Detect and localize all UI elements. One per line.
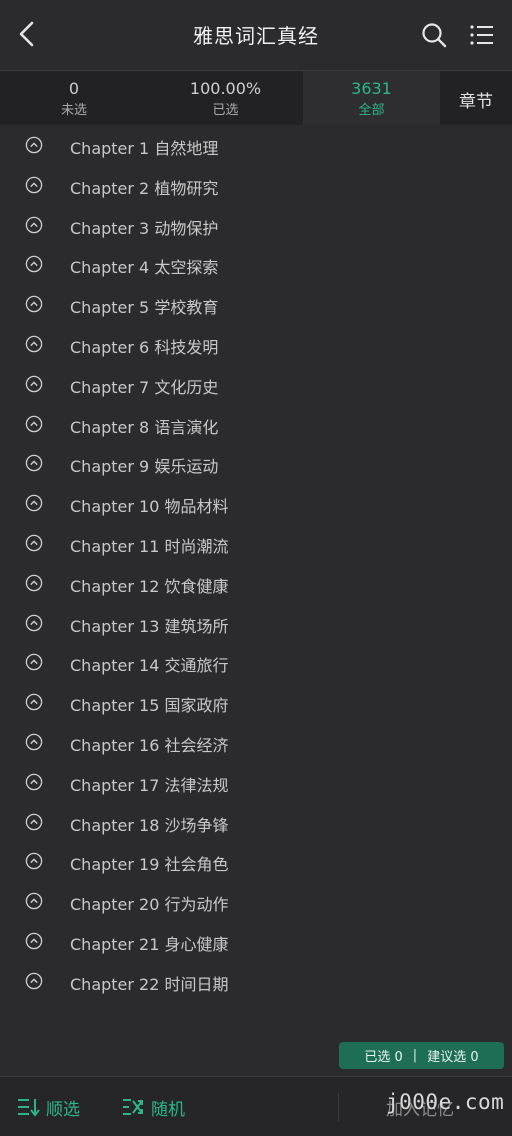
tab-unselected[interactable]: 0 未选 xyxy=(0,71,148,125)
chapter-list: Chapter 1 自然地理 Chapter 2 植物研究 Chapter 3 动物… xyxy=(0,126,512,1002)
chapter-row[interactable]: Chapter 3 动物保护 xyxy=(0,206,512,246)
all-label: 全部 xyxy=(358,103,385,118)
chapter-title: Chapter 8 语言演化 xyxy=(70,417,219,437)
chevron-up-circle-icon[interactable] xyxy=(25,176,43,194)
chapter-title: Chapter 5 学校教育 xyxy=(70,298,219,318)
chapter-title: Chapter 9 娱乐运动 xyxy=(70,457,219,477)
chapter-row[interactable]: Chapter 15 国家政府 xyxy=(0,683,512,723)
chapter-row[interactable]: Chapter 11 时尚潮流 xyxy=(0,524,512,564)
chapter-row[interactable]: Chapter 9 娱乐运动 xyxy=(0,444,512,484)
suggested-count-text: 建议选 0 xyxy=(427,1050,479,1065)
divider xyxy=(338,1093,339,1121)
chevron-up-circle-icon[interactable] xyxy=(25,892,43,910)
chapter-row[interactable]: Chapter 5 学校教育 xyxy=(0,285,512,325)
chevron-up-circle-icon[interactable] xyxy=(25,295,43,313)
search-icon[interactable] xyxy=(420,21,448,49)
sequential-label: 顺选 xyxy=(46,1099,80,1120)
chevron-up-circle-icon[interactable] xyxy=(25,813,43,831)
chevron-up-circle-icon[interactable] xyxy=(25,494,43,512)
selection-badge: 已选 0 | 建议选 0 xyxy=(339,1042,504,1069)
sequential-select-button[interactable]: 顺选 xyxy=(16,1095,80,1120)
chevron-up-circle-icon[interactable] xyxy=(25,415,43,433)
sort-down-icon xyxy=(18,1099,40,1117)
chevron-up-circle-icon[interactable] xyxy=(25,614,43,632)
unselected-count: 0 xyxy=(68,79,80,98)
all-count: 3631 xyxy=(351,79,392,98)
chevron-up-circle-icon[interactable] xyxy=(25,255,43,273)
chapter-title: Chapter 11 时尚潮流 xyxy=(70,536,229,556)
chapter-title: Chapter 2 植物研究 xyxy=(70,178,219,198)
chevron-up-circle-icon[interactable] xyxy=(25,534,43,552)
chevron-up-circle-icon[interactable] xyxy=(25,932,43,950)
tab-selected[interactable]: 100.00% 已选 xyxy=(148,71,303,125)
chapter-title: Chapter 6 科技发明 xyxy=(70,337,219,357)
chapter-row[interactable]: Chapter 18 沙场争锋 xyxy=(0,803,512,843)
chapters-label: 章节 xyxy=(459,92,493,112)
bottom-bar: 顺选 随机 加入记忆 j000e.com xyxy=(0,1076,512,1136)
chevron-up-circle-icon[interactable] xyxy=(25,653,43,671)
chevron-up-circle-icon[interactable] xyxy=(25,852,43,870)
chapter-row[interactable]: Chapter 4 太空探索 xyxy=(0,245,512,285)
chapter-row[interactable]: Chapter 16 社会经济 xyxy=(0,723,512,763)
selected-percent: 100.00% xyxy=(189,79,262,98)
chapter-title: Chapter 3 动物保护 xyxy=(70,218,219,238)
chapter-title: Chapter 1 自然地理 xyxy=(70,139,219,158)
chapter-title: Chapter 13 建筑场所 xyxy=(70,616,229,636)
chapter-title: Chapter 16 社会经济 xyxy=(70,735,229,755)
watermark: j000e.com xyxy=(386,1090,505,1114)
chevron-up-circle-icon[interactable] xyxy=(25,574,43,592)
chapter-row[interactable]: Chapter 12 饮食健康 xyxy=(0,564,512,604)
chevron-up-circle-icon[interactable] xyxy=(25,375,43,393)
badge-separator: | xyxy=(412,1048,418,1063)
chapter-row[interactable]: Chapter 8 语言演化 xyxy=(0,405,512,445)
chapter-title: Chapter 10 物品材料 xyxy=(70,497,229,517)
selected-label: 已选 xyxy=(212,103,239,118)
chapter-row[interactable]: Chapter 6 科技发明 xyxy=(0,325,512,365)
chapter-row[interactable]: Chapter 17 法律法规 xyxy=(0,763,512,803)
selected-count-text: 已选 0 xyxy=(364,1050,403,1065)
chapter-row[interactable]: Chapter 20 行为动作 xyxy=(0,882,512,922)
chevron-up-circle-icon[interactable] xyxy=(25,733,43,751)
chapter-row[interactable]: Chapter 10 物品材料 xyxy=(0,484,512,524)
unselected-label: 未选 xyxy=(60,103,87,118)
chapter-title: Chapter 22 时间日期 xyxy=(70,974,229,994)
chapter-row[interactable]: Chapter 14 交通旅行 xyxy=(0,643,512,683)
chapter-title: Chapter 21 身心健康 xyxy=(70,934,229,954)
chapter-title: Chapter 18 沙场争锋 xyxy=(70,815,229,835)
tab-chapters[interactable]: 章节 xyxy=(440,71,512,125)
chapter-title: Chapter 7 文化历史 xyxy=(70,377,219,397)
chapter-row[interactable]: Chapter 2 植物研究 xyxy=(0,166,512,206)
chevron-up-circle-icon[interactable] xyxy=(25,216,43,234)
chapter-row[interactable]: Chapter 19 社会角色 xyxy=(0,842,512,882)
filter-tabs: 0 未选 100.00% 已选 3631 全部 章节 xyxy=(0,71,512,125)
chapter-title: Chapter 4 太空探索 xyxy=(70,258,219,278)
chapter-title: Chapter 15 国家政府 xyxy=(70,696,229,716)
chevron-up-circle-icon[interactable] xyxy=(25,335,43,353)
chapter-title: Chapter 20 行为动作 xyxy=(70,895,229,915)
list-menu-icon[interactable] xyxy=(468,22,496,50)
chapter-title: Chapter 17 法律法规 xyxy=(70,775,229,795)
chapter-row[interactable]: Chapter 13 建筑场所 xyxy=(0,604,512,644)
chapter-row[interactable]: Chapter 1 自然地理 xyxy=(0,126,512,166)
chapter-row[interactable]: Chapter 21 身心健康 xyxy=(0,922,512,962)
chapter-row[interactable]: Chapter 7 文化历史 xyxy=(0,365,512,405)
top-bar: 雅思词汇真经 xyxy=(0,0,512,71)
chevron-up-circle-icon[interactable] xyxy=(25,972,43,990)
chapter-title: Chapter 14 交通旅行 xyxy=(70,656,229,676)
chevron-up-circle-icon[interactable] xyxy=(25,136,43,154)
chapter-title: Chapter 12 饮食健康 xyxy=(70,576,229,596)
chevron-up-circle-icon[interactable] xyxy=(25,454,43,472)
chapter-row[interactable]: Chapter 22 时间日期 xyxy=(0,962,512,1002)
tab-all[interactable]: 3631 全部 xyxy=(303,71,440,125)
random-label: 随机 xyxy=(151,1099,185,1120)
chevron-up-circle-icon[interactable] xyxy=(25,693,43,711)
chevron-up-circle-icon[interactable] xyxy=(25,773,43,791)
chapter-title: Chapter 19 社会角色 xyxy=(70,855,229,875)
random-button[interactable]: 随机 xyxy=(121,1095,185,1120)
shuffle-icon xyxy=(123,1099,143,1115)
